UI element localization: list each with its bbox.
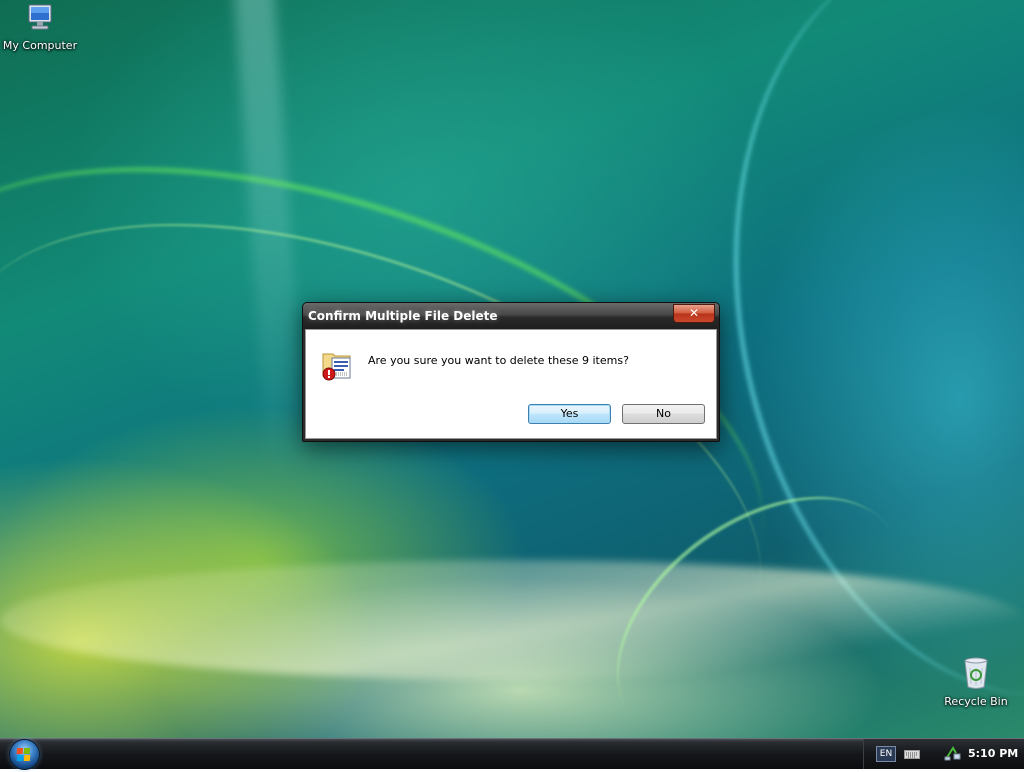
- network-icon[interactable]: [944, 745, 962, 761]
- taskbar: EN 5:10 PM: [0, 738, 1024, 769]
- desktop-background[interactable]: My Computer Recycle Bin Confirm Multiple…: [0, 0, 1024, 738]
- confirm-delete-dialog[interactable]: Confirm Multiple File Delete ✕ Are you s…: [302, 302, 720, 442]
- start-button[interactable]: [10, 740, 39, 769]
- keyboard-icon[interactable]: [904, 748, 920, 760]
- delete-files-warning-icon: [322, 353, 351, 381]
- desktop-icon-recycle-bin[interactable]: Recycle Bin: [936, 656, 1016, 708]
- system-tray: EN 5:10 PM: [863, 739, 1024, 769]
- yes-button[interactable]: Yes: [528, 404, 611, 424]
- dialog-titlebar[interactable]: Confirm Multiple File Delete ✕: [303, 303, 719, 329]
- dialog-message: Are you sure you want to delete these 9 …: [368, 354, 629, 367]
- wallpaper-streak: [231, 0, 309, 481]
- language-indicator[interactable]: EN: [876, 746, 896, 762]
- wallpaper-streak: [570, 445, 950, 738]
- desktop-icon-label: Recycle Bin: [944, 695, 1008, 708]
- desktop-icon-my-computer[interactable]: My Computer: [0, 2, 80, 52]
- wallpaper-streak: [666, 0, 1024, 738]
- recycle-bin-icon: [964, 657, 988, 689]
- wallpaper-streak: [0, 560, 1024, 680]
- computer-icon: [28, 4, 52, 30]
- no-button[interactable]: No: [622, 404, 705, 424]
- desktop-icon-label: My Computer: [2, 39, 78, 52]
- dialog-title: Confirm Multiple File Delete: [308, 309, 498, 323]
- clock[interactable]: 5:10 PM: [968, 747, 1018, 760]
- dialog-body: Are you sure you want to delete these 9 …: [305, 329, 717, 439]
- windows-logo-icon: [16, 748, 31, 761]
- close-button[interactable]: ✕: [673, 304, 715, 323]
- close-icon: ✕: [688, 306, 700, 320]
